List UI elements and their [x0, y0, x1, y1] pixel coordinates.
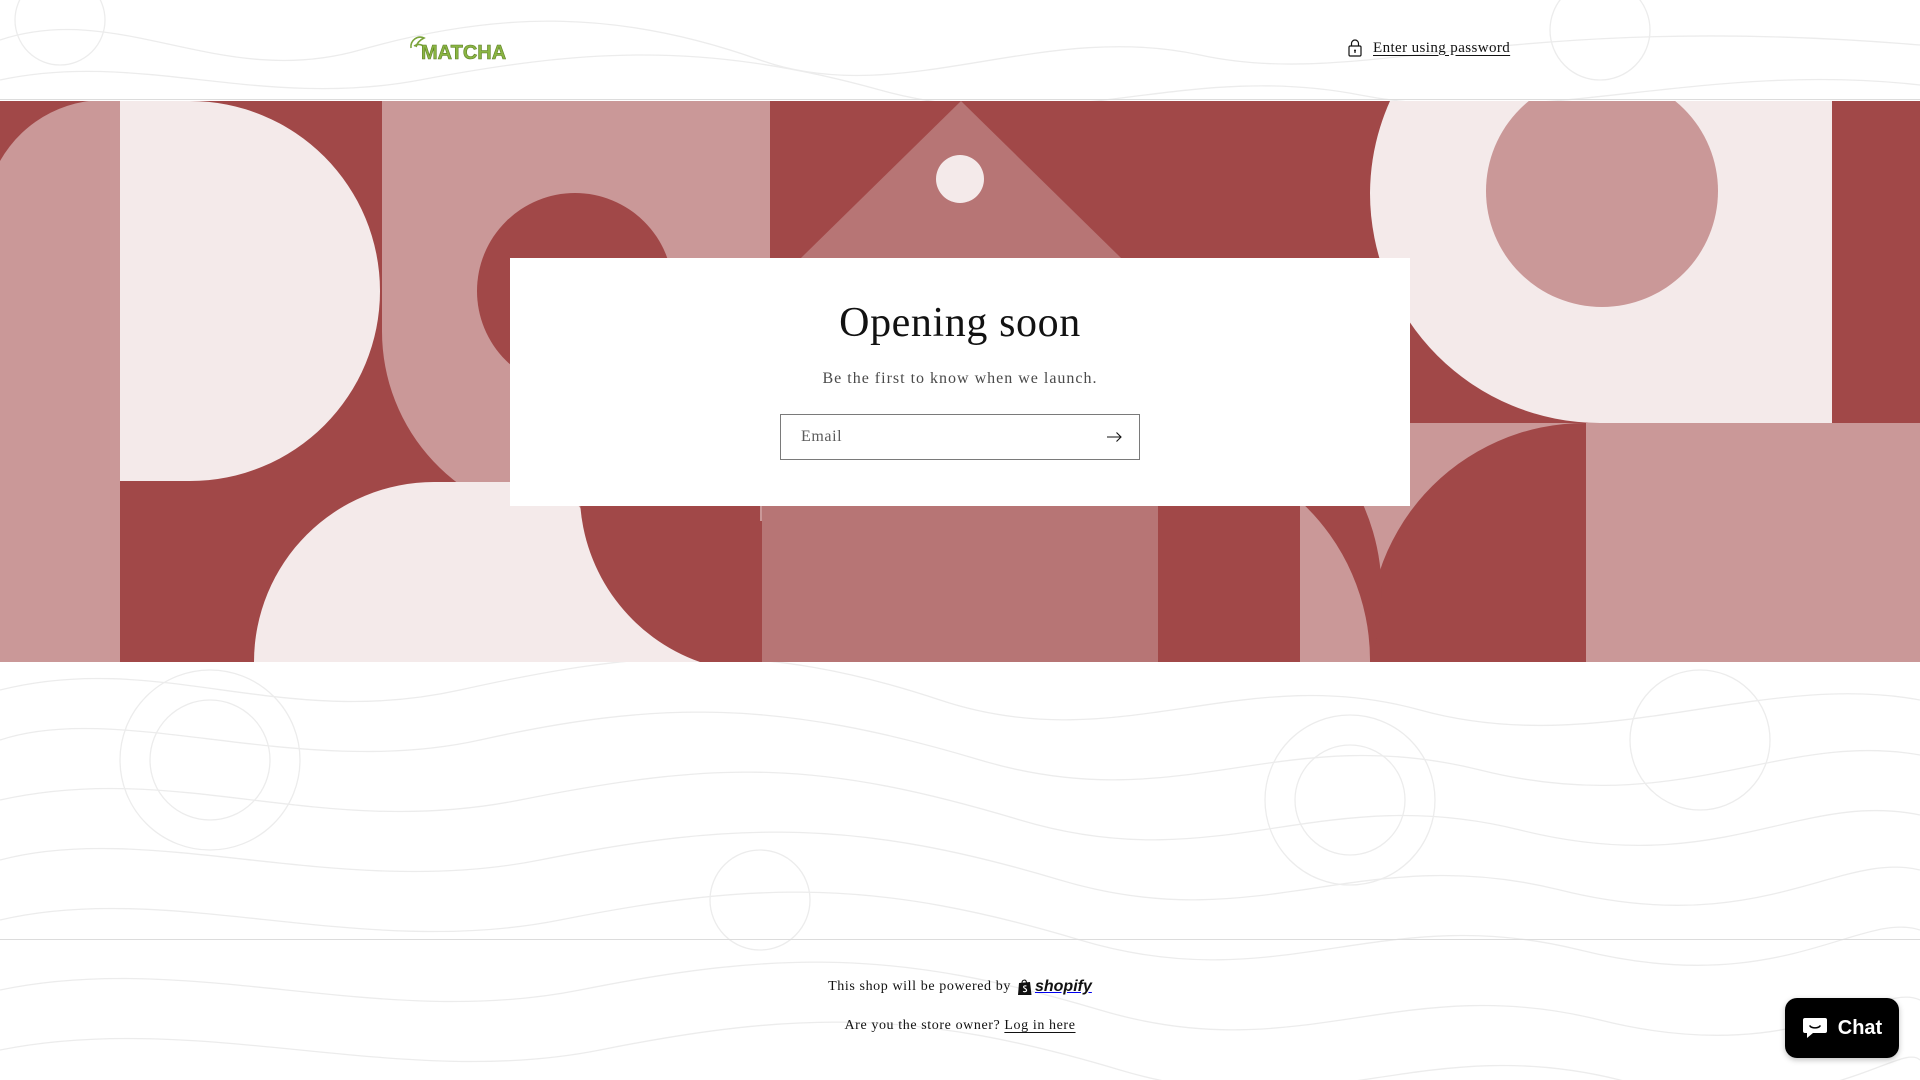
- store-owner-question: Are you the store owner?: [844, 1018, 1001, 1033]
- shopify-wordmark: shopify: [1034, 978, 1092, 995]
- enter-password-label: Enter using password: [1373, 39, 1511, 56]
- matcha-leaf-logo: MATCHA: [410, 36, 506, 64]
- arrow-right-icon: [1107, 432, 1122, 443]
- chat-button[interactable]: Chat: [1785, 998, 1899, 1058]
- chat-bubble-icon: [1802, 1018, 1827, 1038]
- store-logo[interactable]: MATCHA: [408, 32, 512, 66]
- email-input[interactable]: [781, 415, 1139, 460]
- chat-label: Chat: [1837, 1016, 1883, 1039]
- subscribe-submit-button[interactable]: [1091, 415, 1139, 459]
- store-owner-line: Are you the store owner? Log in here: [0, 1018, 1920, 1034]
- footer-divider: [0, 939, 1920, 940]
- newsletter-subtitle: Be the first to know when we launch.: [822, 370, 1098, 388]
- newsletter-card: Opening soon Be the first to know when w…: [510, 258, 1410, 506]
- email-field: [780, 414, 1140, 461]
- powered-by-text: This shop will be powered by: [828, 979, 1011, 994]
- shopify-link[interactable]: shopify: [1017, 978, 1092, 996]
- powered-by-line: This shop will be powered by shopify: [0, 978, 1920, 996]
- lock-icon: [1348, 39, 1362, 57]
- log-in-link[interactable]: Log in here: [1004, 1018, 1075, 1034]
- site-header: MATCHA Enter using password: [0, 0, 1920, 100]
- enter-password-link[interactable]: Enter using password: [1347, 36, 1510, 60]
- logo-wordmark: MATCHA: [421, 42, 506, 64]
- page-title: Opening soon: [839, 300, 1081, 346]
- shopify-bag-icon: [1017, 979, 1032, 995]
